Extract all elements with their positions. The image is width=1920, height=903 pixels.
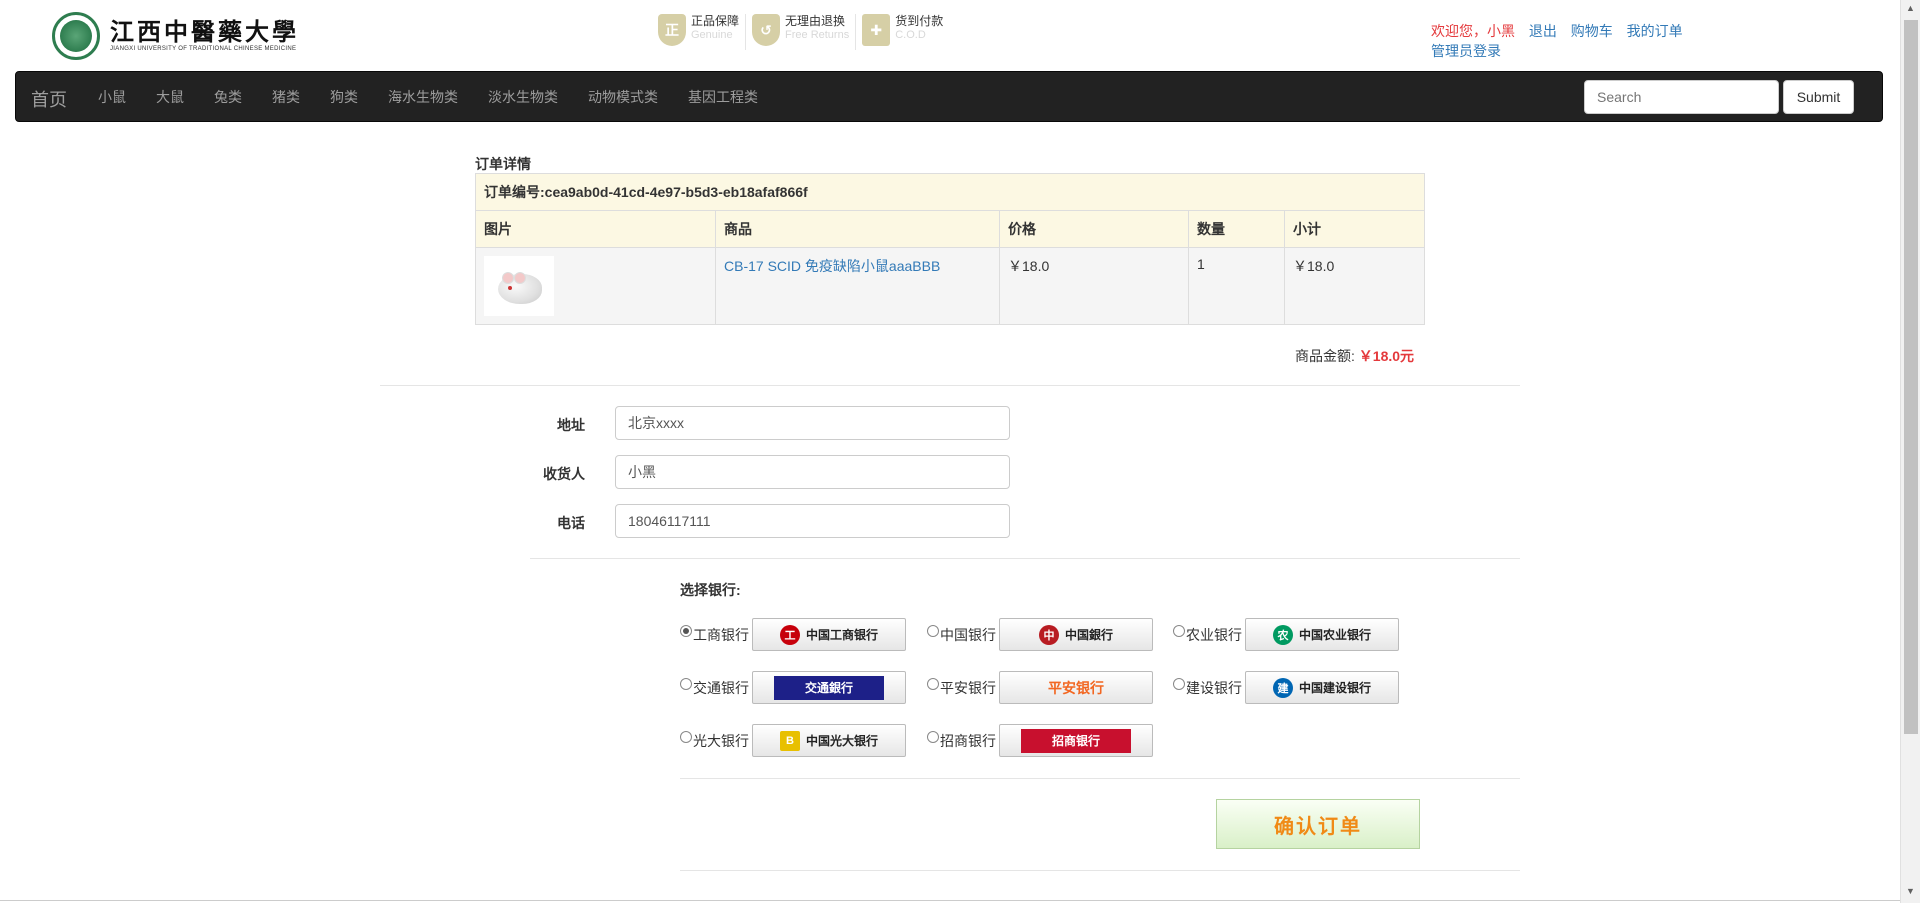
nav-item-pig[interactable]: 猪类 bbox=[257, 87, 315, 107]
product-image-cell bbox=[475, 247, 716, 325]
logo-title: 江西中醫藥大學 bbox=[110, 17, 299, 46]
nav-item-genetic[interactable]: 基因工程类 bbox=[673, 87, 773, 107]
phone-label: 电话 bbox=[557, 515, 585, 531]
divider bbox=[680, 870, 1520, 871]
bank-radio[interactable] bbox=[1173, 624, 1185, 637]
pingan-logo[interactable]: 平安银行 bbox=[999, 671, 1153, 704]
nav-item-marine[interactable]: 海水生物类 bbox=[373, 87, 473, 107]
product-link[interactable]: CB-17 SCID 免疫缺陷小鼠aaaBBB bbox=[724, 258, 940, 274]
guarantee-returns: ↺ 无理由退换 Free Returns bbox=[746, 14, 857, 50]
divider bbox=[380, 385, 1520, 386]
welcome-text: 欢迎您，小黑 bbox=[1431, 23, 1515, 39]
bank-option-icbc[interactable]: 工商银行 工中国工商银行 bbox=[680, 618, 906, 651]
scroll-up-icon[interactable]: ▲ bbox=[1906, 3, 1915, 13]
my-orders-link[interactable]: 我的订单 bbox=[1627, 23, 1683, 39]
nav-item-freshwater[interactable]: 淡水生物类 bbox=[473, 87, 573, 107]
bank-radio[interactable] bbox=[927, 677, 939, 690]
total-amount: ￥18.0元 bbox=[1358, 348, 1415, 364]
vertical-scrollbar[interactable]: ▲ ▼ bbox=[1900, 0, 1920, 903]
product-price: ￥18.0 bbox=[999, 247, 1189, 325]
order-number: 订单编号:cea9ab0d-41cd-4e97-b5d3-eb18afaf866… bbox=[475, 173, 1425, 211]
col-quantity: 数量 bbox=[1188, 210, 1285, 248]
order-table: 订单编号:cea9ab0d-41cd-4e97-b5d3-eb18afaf866… bbox=[475, 173, 1425, 325]
bocom-logo[interactable]: 交通銀行 bbox=[752, 671, 906, 704]
bank-radio[interactable] bbox=[680, 677, 692, 690]
bank-option-pingan[interactable]: 平安银行 平安银行 bbox=[927, 671, 1153, 704]
bank-option-ccb[interactable]: 建设银行 建中国建设银行 bbox=[1173, 671, 1399, 704]
bottom-border bbox=[0, 900, 1900, 901]
bank-radio[interactable] bbox=[1173, 677, 1185, 690]
cart-link[interactable]: 购物车 bbox=[1571, 23, 1613, 39]
shield-icon: 正 bbox=[658, 14, 686, 46]
col-price: 价格 bbox=[999, 210, 1189, 248]
nav-item-dog[interactable]: 狗类 bbox=[315, 87, 373, 107]
product-subtotal: ￥18.0 bbox=[1284, 247, 1425, 325]
admin-login-link[interactable]: 管理员登录 bbox=[1431, 43, 1501, 59]
cmb-logo[interactable]: 招商银行 bbox=[999, 724, 1153, 757]
category-nav: 小鼠 大鼠 兔类 猪类 狗类 海水生物类 淡水生物类 动物模式类 基因工程类 bbox=[83, 72, 773, 122]
scroll-thumb[interactable] bbox=[1904, 20, 1918, 734]
col-subtotal: 小计 bbox=[1284, 210, 1425, 248]
home-link[interactable]: 首页 bbox=[31, 86, 67, 112]
university-emblem-icon bbox=[52, 12, 100, 60]
nav-item-rabbit[interactable]: 兔类 bbox=[199, 87, 257, 107]
total-label: 商品金额: bbox=[1295, 348, 1355, 364]
bank-radio[interactable] bbox=[680, 730, 692, 743]
nav-item-animal-model[interactable]: 动物模式类 bbox=[573, 87, 673, 107]
guarantee-cod: ✚ 货到付款 C.O.D bbox=[856, 14, 949, 50]
order-details-title: 订单详情 bbox=[475, 156, 531, 172]
user-nav: 欢迎您，小黑 退出 购物车 我的订单 管理员登录 bbox=[1431, 22, 1693, 60]
ccb-logo[interactable]: 建中国建设银行 bbox=[1245, 671, 1399, 704]
boc-logo[interactable]: 中中国銀行 bbox=[999, 618, 1153, 651]
col-image: 图片 bbox=[475, 210, 716, 248]
bank-selection-title: 选择银行: bbox=[680, 582, 741, 598]
main-navbar: 首页 小鼠 大鼠 兔类 猪类 狗类 海水生物类 淡水生物类 动物模式类 基因工程… bbox=[15, 71, 1883, 122]
bank-option-cmb[interactable]: 招商银行 招商银行 bbox=[927, 724, 1153, 757]
box-icon: ✚ bbox=[862, 14, 891, 46]
address-label: 地址 bbox=[557, 417, 585, 433]
order-total: 商品金额: ￥18.0元 bbox=[1295, 346, 1414, 366]
divider bbox=[530, 558, 1520, 559]
phone-input[interactable] bbox=[615, 504, 1010, 538]
logout-link[interactable]: 退出 bbox=[1529, 23, 1557, 39]
search-input[interactable] bbox=[1584, 80, 1779, 114]
guarantee-genuine: 正 正品保障 Genuine bbox=[652, 14, 747, 50]
scroll-down-icon[interactable]: ▼ bbox=[1906, 886, 1915, 896]
confirm-order-button[interactable]: 确认订单 bbox=[1216, 799, 1420, 849]
ceb-logo[interactable]: B 中国光大银行 bbox=[752, 724, 906, 757]
table-row: CB-17 SCID 免疫缺陷小鼠aaaBBB ￥18.0 1 ￥18.0 bbox=[475, 247, 1425, 325]
receiver-label: 收货人 bbox=[543, 466, 585, 482]
bank-radio[interactable] bbox=[927, 730, 939, 743]
product-image[interactable] bbox=[484, 256, 554, 316]
bank-option-abc[interactable]: 农业银行 农中国农业银行 bbox=[1173, 618, 1399, 651]
page-header: 江西中醫藥大學 JIANGXI UNIVERSITY OF TRADITIONA… bbox=[0, 0, 1900, 70]
service-guarantees: 正 正品保障 Genuine ↺ 无理由退换 Free Returns ✚ 货到… bbox=[652, 14, 949, 50]
col-product: 商品 bbox=[715, 210, 1000, 248]
divider bbox=[680, 778, 1520, 779]
logo-subtitle: JIANGXI UNIVERSITY OF TRADITIONAL CHINES… bbox=[110, 46, 297, 52]
bank-radio[interactable] bbox=[927, 624, 939, 637]
bank-option-ceb[interactable]: 光大银行 B 中国光大银行 bbox=[680, 724, 906, 757]
university-logo[interactable]: 江西中醫藥大學 JIANGXI UNIVERSITY OF TRADITIONA… bbox=[52, 12, 299, 60]
abc-logo[interactable]: 农中国农业银行 bbox=[1245, 618, 1399, 651]
receiver-input[interactable] bbox=[615, 455, 1010, 489]
bank-radio[interactable] bbox=[680, 624, 692, 637]
nav-item-rat[interactable]: 大鼠 bbox=[141, 87, 199, 107]
icbc-logo[interactable]: 工中国工商银行 bbox=[752, 618, 906, 651]
bank-option-boc[interactable]: 中国银行 中中国銀行 bbox=[927, 618, 1153, 651]
bank-option-bocom[interactable]: 交通银行 交通銀行 bbox=[680, 671, 906, 704]
address-input[interactable] bbox=[615, 406, 1010, 440]
search-submit-button[interactable]: Submit bbox=[1783, 80, 1854, 114]
return-icon: ↺ bbox=[752, 14, 781, 46]
nav-item-mouse[interactable]: 小鼠 bbox=[83, 87, 141, 107]
product-quantity: 1 bbox=[1188, 247, 1285, 325]
